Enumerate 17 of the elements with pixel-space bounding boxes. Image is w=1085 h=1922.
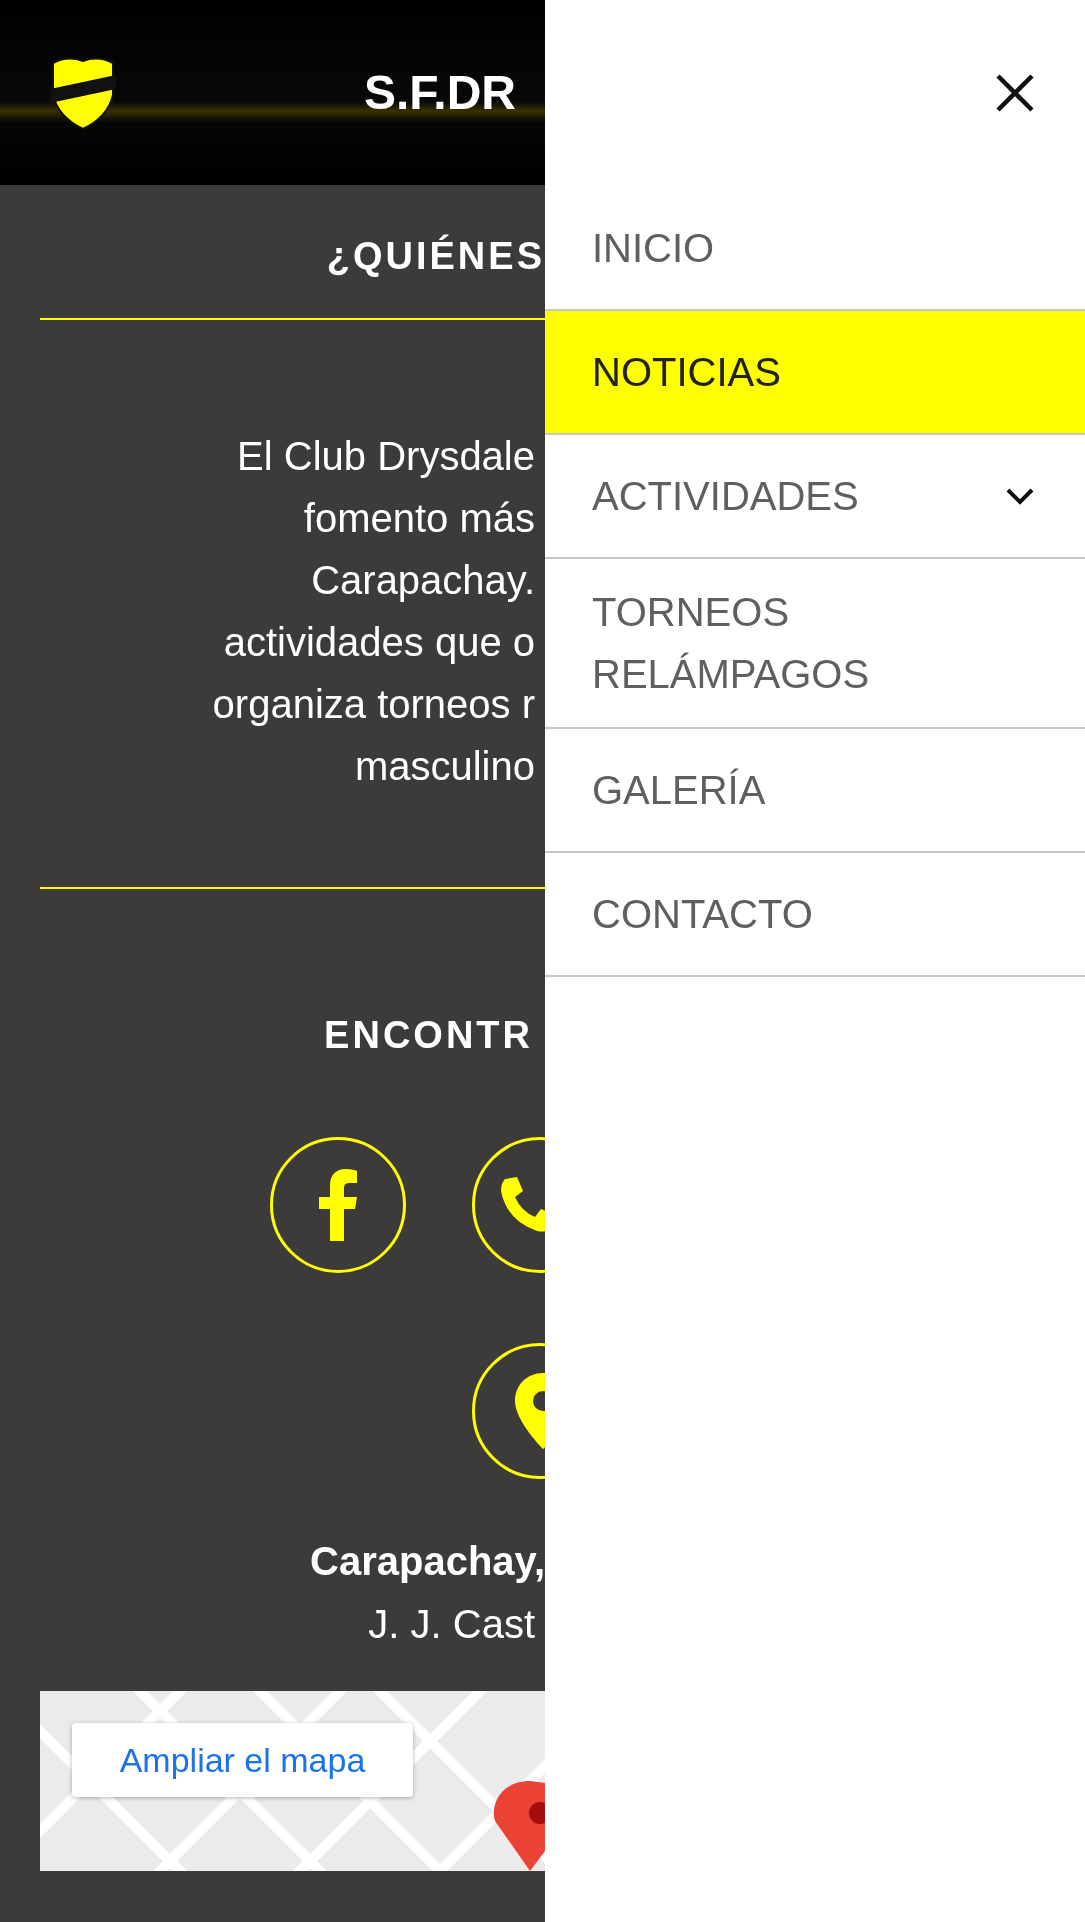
about-text-line: fomento más xyxy=(303,495,535,542)
enlarge-map-button[interactable]: Ampliar el mapa xyxy=(72,1723,413,1797)
about-text-line: organiza torneos r xyxy=(212,681,535,728)
address-street: J. J. Cast xyxy=(367,1602,536,1647)
site-title: S.F.DR xyxy=(364,65,516,120)
about-text-line: Carapachay. xyxy=(311,557,535,604)
section-heading: ENCONTR xyxy=(323,1014,534,1057)
close-icon[interactable] xyxy=(995,72,1035,113)
chevron-down-icon xyxy=(1005,487,1035,505)
menu-item[interactable]: NOTICIAS xyxy=(545,311,1085,435)
address-city: Carapachay, xyxy=(309,1539,545,1584)
section-heading: ¿QUIÉNES xyxy=(325,235,545,278)
about-text-line: actividades que o xyxy=(223,619,535,666)
facebook-icon xyxy=(318,1169,358,1241)
about-text-line: El Club Drysdale xyxy=(237,433,535,480)
about-text-line: masculino xyxy=(354,743,535,790)
facebook-button[interactable] xyxy=(270,1137,406,1273)
